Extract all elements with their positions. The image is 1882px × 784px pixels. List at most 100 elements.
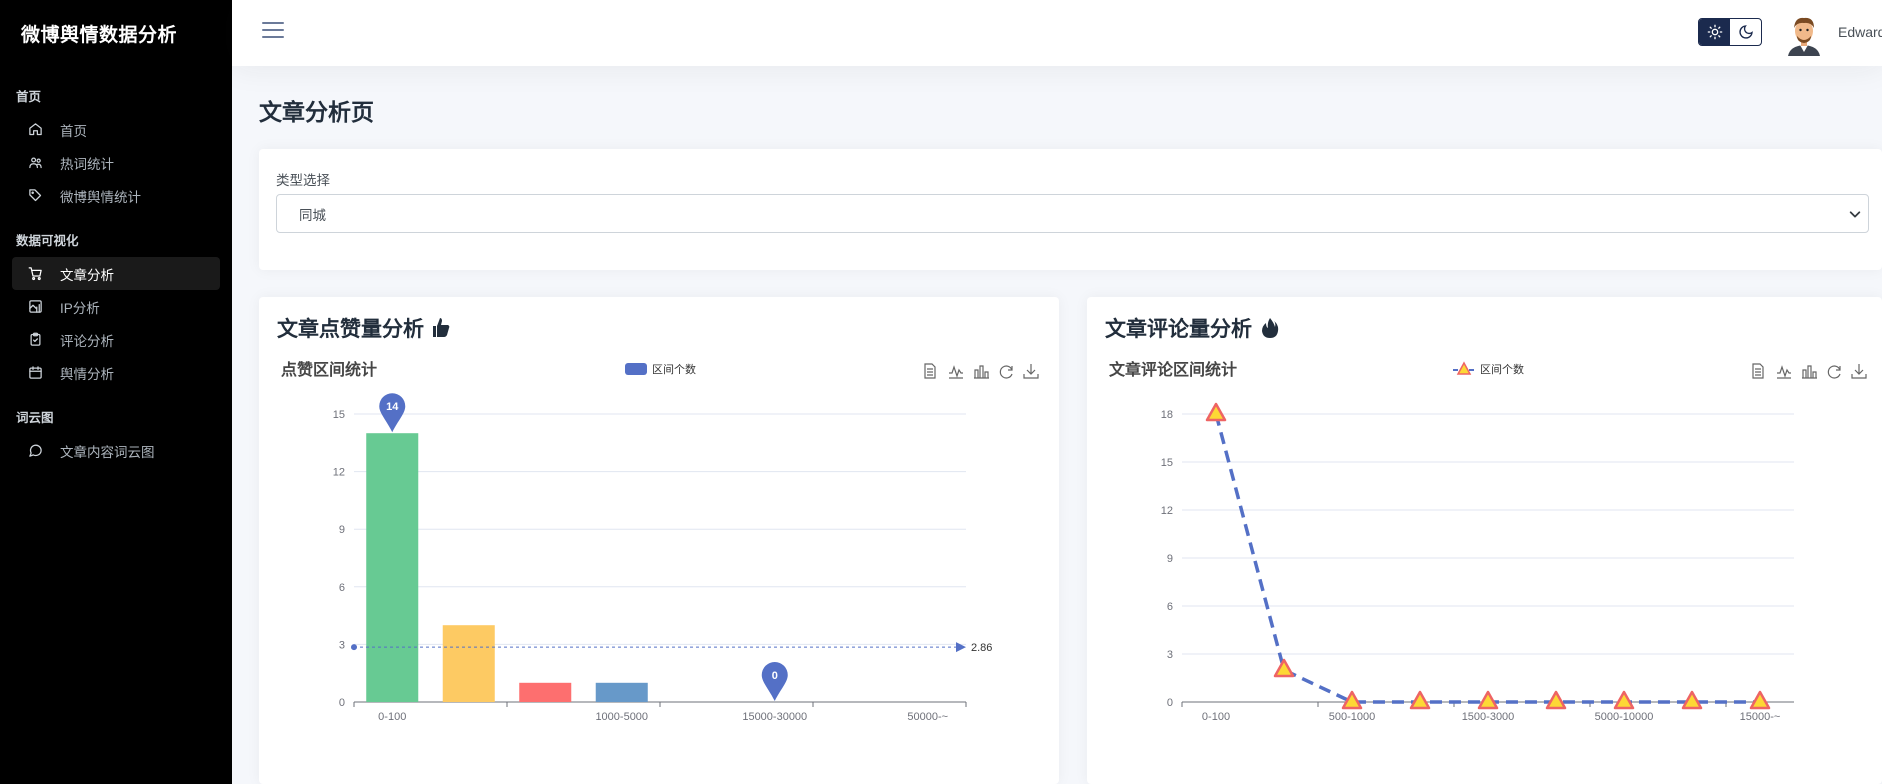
triangle-marker-5000-10000[interactable]: [1613, 690, 1635, 710]
likes-bar-chart: 点赞区间统计 区间个数 0 3 6 9 12 15 0-100 1000-5000 15000-30…: [281, 360, 1039, 723]
clipboard-icon: [26, 331, 44, 349]
sidebar-item-label: 热词统计: [60, 156, 114, 172]
sidebar-item-1-1[interactable]: IP分析: [12, 290, 220, 323]
sidebar-item-1-3[interactable]: 舆情分析: [12, 356, 220, 389]
triangle-marker-15000-~[interactable]: [1749, 690, 1771, 710]
theme-toggle[interactable]: [1698, 18, 1762, 46]
x-tick-label: 1000-5000: [595, 711, 648, 723]
download-icon[interactable]: [1023, 364, 1039, 379]
bar-switch-icon[interactable]: [974, 365, 989, 379]
bar-0-100[interactable]: [366, 433, 419, 702]
likes-analysis-card: 文章点赞量分析 点赞区间统计 区间个数 0 3 6 9 12 15 0-100 1000-5000…: [259, 297, 1059, 784]
chevron-down-icon: [1849, 211, 1861, 218]
bar-500-1000[interactable]: [519, 682, 572, 702]
sidebar-item-label: 评论分析: [60, 333, 114, 349]
sidebar-item-0-1[interactable]: 热词统计: [12, 146, 220, 179]
sidebar-item-label: 舆情分析: [60, 366, 114, 382]
sidebar-item-label: 首页: [60, 123, 87, 139]
sidebar-item-label: 微博舆情统计: [60, 189, 141, 205]
sidebar-item-2-0[interactable]: 文章内容词云图: [12, 434, 220, 467]
home-icon: [26, 121, 44, 139]
sidebar-item-1-2[interactable]: 评论分析: [12, 323, 220, 356]
y-tick-label: 15: [1161, 457, 1173, 469]
bar-100-500[interactable]: [442, 625, 495, 702]
triangle-marker-10000-15000[interactable]: [1681, 690, 1703, 710]
y-tick-label: 3: [339, 639, 345, 651]
y-tick-label: 3: [1167, 649, 1173, 661]
sidebar-section-header: 词云图: [16, 411, 54, 425]
sidebar-brand[interactable]: 微博舆情数据分析: [0, 0, 232, 66]
topbar: Edward: [232, 0, 1882, 66]
sidebar-item-0-2[interactable]: 微博舆情统计: [12, 179, 220, 212]
message-circle-icon: [26, 442, 44, 460]
bar-1000-5000[interactable]: [595, 682, 648, 702]
sidebar-item-label: IP分析: [60, 300, 100, 316]
filter-card: 类型选择 同城: [259, 149, 1882, 270]
sun-icon[interactable]: [1699, 19, 1730, 45]
avatar[interactable]: [1784, 14, 1824, 56]
sidebar-item-0-0[interactable]: 首页: [12, 113, 220, 146]
x-tick-label: 50000-~: [907, 711, 948, 723]
y-tick-label: 6: [1167, 601, 1173, 613]
line-switch-icon[interactable]: [949, 365, 963, 379]
x-tick-label: 1500-3000: [1462, 711, 1515, 723]
y-tick-label: 15: [333, 409, 345, 421]
x-tick-label: 5000-10000: [1595, 711, 1654, 723]
y-tick-label: 6: [339, 582, 345, 594]
download-icon[interactable]: [1851, 364, 1867, 379]
y-tick-label: 0: [1167, 697, 1173, 709]
tag-icon: [26, 187, 44, 205]
y-tick-label: 9: [1167, 553, 1173, 565]
restore-icon[interactable]: [999, 365, 1013, 379]
line-switch-icon[interactable]: [1777, 365, 1791, 379]
y-tick-label: 0: [339, 697, 345, 709]
triangle-marker-1500-3000[interactable]: [1477, 690, 1499, 710]
mark-point-label: 0: [772, 670, 778, 682]
x-tick-label: 15000-~: [1740, 711, 1781, 723]
sidebar-item-1-0[interactable]: 文章分析: [12, 257, 220, 290]
chart-title: 文章评论区间统计: [1109, 360, 1237, 379]
sidebar-item-label: 文章分析: [60, 267, 114, 283]
average-line-label: 2.86: [971, 642, 992, 654]
moon-icon[interactable]: [1730, 19, 1761, 45]
triangle-marker-1000-1500[interactable]: [1409, 690, 1431, 710]
average-line-arrow: [956, 642, 966, 653]
x-tick-label: 15000-30000: [742, 711, 807, 723]
hamburger-menu-icon[interactable]: [262, 22, 284, 40]
comments-analysis-card: 文章评论量分析 文章评论区间统计 区间个数 0 3 6 9 12 15 18 0-100 500-1…: [1087, 297, 1882, 784]
comments-line-chart: 文章评论区间统计 区间个数 0 3 6 9 12 15 18 0-100 500-1000 1500-…: [1109, 360, 1867, 723]
average-line-start: [351, 644, 357, 651]
y-tick-label: 12: [1161, 505, 1173, 517]
y-tick-label: 12: [333, 467, 345, 479]
x-tick-label: 0-100: [1202, 711, 1230, 723]
triangle-marker-100-500[interactable]: [1273, 658, 1295, 678]
legend-swatch: [625, 363, 647, 375]
type-select-label: 类型选择: [276, 173, 330, 188]
data-view-icon[interactable]: [924, 363, 936, 379]
sidebar-section-header: 数据可视化: [16, 234, 79, 248]
legend-triangle-icon: [1456, 361, 1472, 375]
chart-legend[interactable]: 区间个数: [1453, 361, 1524, 376]
users-icon: [26, 154, 44, 172]
data-view-icon[interactable]: [1752, 363, 1764, 379]
y-tick-label: 9: [339, 524, 345, 536]
mark-point-label: 14: [386, 401, 399, 413]
x-tick-label: 500-1000: [1329, 711, 1376, 723]
triangle-marker-0-100[interactable]: [1205, 402, 1227, 422]
page-title: 文章分析页: [259, 99, 374, 125]
legend-label: 区间个数: [1480, 363, 1524, 376]
legend-label: 区间个数: [652, 363, 696, 376]
chart-legend[interactable]: 区间个数: [625, 363, 696, 376]
bar-switch-icon[interactable]: [1802, 365, 1817, 379]
type-select[interactable]: 同城: [276, 194, 1869, 233]
sidebar-section-header: 首页: [16, 90, 42, 104]
chart-title: 点赞区间统计: [281, 360, 377, 379]
calendar-icon: [26, 364, 44, 382]
username[interactable]: Edward: [1838, 24, 1882, 40]
image-chart-icon: [26, 298, 44, 316]
sidebar-item-label: 文章内容词云图: [60, 444, 155, 460]
y-tick-label: 18: [1161, 409, 1173, 421]
triangle-marker-3000-5000[interactable]: [1545, 690, 1567, 710]
type-select-value: 同城: [299, 207, 326, 223]
restore-icon[interactable]: [1827, 365, 1841, 379]
